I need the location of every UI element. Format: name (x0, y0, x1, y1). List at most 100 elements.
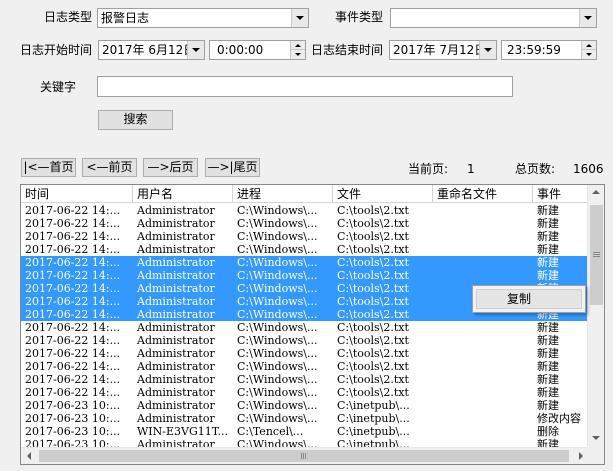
column-header-event[interactable]: 事件 (533, 185, 589, 203)
table-row[interactable]: 2017-06-23 10:... Administrator C:\Windows… (21, 399, 589, 412)
cell-file: C:\tools\2.txt (337, 256, 409, 269)
context-menu-copy[interactable]: 复制 (476, 289, 582, 309)
table-row[interactable]: 2017-06-22 14:... Administrator C:\Windows… (21, 360, 589, 373)
cell-user: Administrator (137, 399, 215, 412)
next-page-button[interactable]: —>后页 (143, 158, 198, 177)
cell-rename (433, 204, 533, 217)
total-pages-value: 1606 (573, 162, 604, 176)
total-pages-label: 总页数: (515, 162, 556, 176)
cell-event: 新建 (537, 256, 559, 269)
cell-user: Administrator (137, 282, 215, 295)
table-row[interactable]: 2017-06-23 10:... WIN-E3VG11T... C:\Tencel… (21, 425, 589, 438)
cell-user: Administrator (137, 269, 215, 282)
first-page-button[interactable]: |<—首页 (21, 158, 76, 177)
cell-user: Administrator (137, 217, 215, 230)
keyword-label: 关键字 (40, 80, 77, 94)
cell-event: 修改内容 (537, 412, 581, 425)
cell-rename (433, 321, 533, 334)
cell-rename (433, 347, 533, 360)
scroll-left-icon[interactable] (27, 452, 31, 460)
cell-user: Administrator (137, 360, 215, 373)
spin-up-icon[interactable] (582, 41, 596, 50)
end-date-picker[interactable]: 2017年 7月12日 (389, 40, 497, 60)
log-table[interactable]: 时间 用户名 进程 文件 重命名文件 事件 2017-06-22 14:... A… (20, 184, 605, 465)
table-row[interactable]: 2017-06-23 10:... Administrator C:\Windows… (21, 412, 589, 425)
column-header-rename[interactable]: 重命名文件 (433, 185, 533, 203)
cell-process: C:\Windows\... (237, 204, 318, 217)
cell-process: C:\Windows\... (237, 334, 318, 347)
spin-up-icon[interactable] (291, 41, 305, 50)
table-row[interactable]: 2017-06-22 14:... Administrator C:\Windows… (21, 386, 589, 399)
scroll-right-icon[interactable] (579, 452, 583, 460)
scroll-down-icon[interactable] (592, 436, 600, 440)
cell-event: 新建 (537, 334, 559, 347)
spinner[interactable] (290, 41, 305, 59)
table-row[interactable]: 2017-06-22 14:... Administrator C:\Windows… (21, 347, 589, 360)
cell-rename (433, 217, 533, 230)
start-time-value: 0:00:00 (217, 43, 264, 57)
chevron-down-icon[interactable] (187, 41, 204, 59)
chevron-down-icon[interactable] (291, 9, 308, 27)
prev-page-button[interactable]: <—前页 (82, 158, 137, 177)
end-time-stepper[interactable]: 23:59:59 (501, 40, 597, 60)
horizontal-scrollbar[interactable] (21, 447, 589, 464)
search-button[interactable]: 搜索 (98, 110, 173, 130)
column-header-user[interactable]: 用户名 (133, 185, 233, 203)
spin-down-icon[interactable] (291, 50, 305, 59)
cell-rename (433, 373, 533, 386)
chevron-down-icon[interactable] (579, 9, 596, 27)
spinner[interactable] (581, 41, 596, 59)
table-row[interactable]: 2017-06-22 14:... Administrator C:\Windows… (21, 204, 589, 217)
start-time-label: 日志开始时间 (20, 43, 93, 57)
cell-event: 新建 (537, 347, 559, 360)
column-header-process[interactable]: 进程 (233, 185, 333, 203)
keyword-input[interactable] (97, 76, 513, 97)
start-time-stepper[interactable]: 0:00:00 (209, 40, 306, 60)
cell-event: 新建 (537, 360, 559, 373)
cell-process: C:\Windows\... (237, 373, 318, 386)
column-header-time[interactable]: 时间 (21, 185, 133, 203)
end-date-value: 2017年 7月12日 (393, 43, 487, 57)
cell-process: C:\Windows\... (237, 230, 318, 243)
table-row[interactable]: 2017-06-22 14:... Administrator C:\Windows… (21, 269, 589, 282)
cell-file: C:\inetpub\... (337, 412, 410, 425)
table-row[interactable]: 2017-06-22 14:... Administrator C:\Windows… (21, 230, 589, 243)
cell-process: C:\Windows\... (237, 295, 318, 308)
vertical-scroll-thumb[interactable] (590, 205, 603, 305)
cell-rename (433, 425, 533, 438)
table-row[interactable]: 2017-06-22 14:... Administrator C:\Windows… (21, 243, 589, 256)
cell-file: C:\tools\2.txt (337, 347, 409, 360)
cell-rename (433, 360, 533, 373)
cell-user: Administrator (137, 412, 215, 425)
cell-rename (433, 256, 533, 269)
cell-user: WIN-E3VG11T... (137, 425, 228, 438)
last-page-button[interactable]: —>|尾页 (205, 158, 260, 177)
spin-down-icon[interactable] (582, 50, 596, 59)
table-row[interactable]: 2017-06-22 14:... Administrator C:\Windows… (21, 321, 589, 334)
table-row[interactable]: 2017-06-22 14:... Administrator C:\Windows… (21, 373, 589, 386)
chevron-down-icon[interactable] (479, 41, 496, 59)
cell-file: C:\tools\2.txt (337, 243, 409, 256)
event-type-select[interactable] (390, 8, 597, 28)
cell-rename (433, 243, 533, 256)
vertical-scrollbar[interactable] (587, 185, 604, 448)
table-row[interactable]: 2017-06-22 14:... Administrator C:\Windows… (21, 256, 589, 269)
start-date-picker[interactable]: 2017年 6月12日 (98, 40, 205, 60)
cell-process: C:\Windows\... (237, 308, 318, 321)
cell-user: Administrator (137, 308, 215, 321)
cell-process: C:\Windows\... (237, 321, 318, 334)
column-header-file[interactable]: 文件 (333, 185, 433, 203)
event-type-label: 事件类型 (335, 10, 384, 24)
cell-user: Administrator (137, 230, 215, 243)
log-type-label: 日志类型 (44, 10, 93, 24)
cell-process: C:\Windows\... (237, 347, 318, 360)
log-type-select[interactable]: 报警日志 (97, 8, 309, 28)
cell-process: C:\Windows\... (237, 269, 318, 282)
table-row[interactable]: 2017-06-22 14:... Administrator C:\Windows… (21, 334, 589, 347)
cell-user: Administrator (137, 347, 215, 360)
horizontal-scroll-thumb[interactable] (39, 450, 569, 462)
cell-user: Administrator (137, 243, 215, 256)
cell-event: 新建 (537, 204, 559, 217)
scroll-up-icon[interactable] (592, 190, 600, 194)
table-row[interactable]: 2017-06-22 14:... Administrator C:\Windows… (21, 217, 589, 230)
